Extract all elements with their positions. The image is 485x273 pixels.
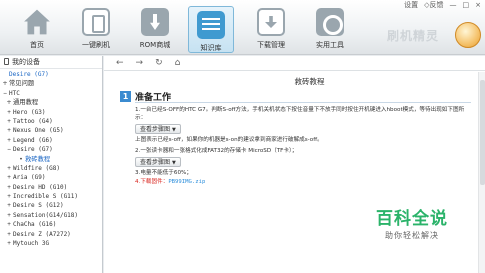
tree-item-htc[interactable]: − HTC xyxy=(0,89,102,98)
section-header: 1 准备工作 xyxy=(104,89,485,103)
toolbar-label: 一键刷机 xyxy=(82,41,110,49)
knowledge-icon xyxy=(197,11,225,39)
main-toolbar: 设置 ◇反馈 — □ × 首页 一键刷机 ROM商城 知识库 下载管理 实用工具… xyxy=(0,0,485,55)
tree-item-hero[interactable]: + Hero (G3) xyxy=(0,108,102,117)
tree-item-incredible-s[interactable]: + Incredible S (G11) xyxy=(0,192,102,201)
watermark-main: 百科全说 xyxy=(376,209,448,229)
maximize-button[interactable]: □ xyxy=(463,1,470,10)
browser-nav-bar: ← → ↻ ⌂ xyxy=(104,56,485,71)
my-device-header[interactable]: 我的设备 xyxy=(0,56,102,69)
expand-icon[interactable]: + xyxy=(5,220,13,229)
toolbar-label: 实用工具 xyxy=(316,41,344,49)
tree-item-tattoo[interactable]: + Tattoo (G4) xyxy=(0,117,102,126)
section-number: 1 xyxy=(120,91,131,102)
feedback-link[interactable]: ◇反馈 xyxy=(424,1,443,10)
article-title: 救砖教程 xyxy=(294,77,325,86)
expand-icon[interactable]: + xyxy=(5,239,13,248)
caret-down-icon: ▼ xyxy=(172,127,176,134)
tree-item-aria[interactable]: + Aria (G9) xyxy=(0,173,102,182)
toolbar-label: 下载管理 xyxy=(257,41,285,49)
collapse-icon[interactable]: − xyxy=(1,89,9,98)
view-step-images-button-2[interactable]: 查看步骤图 ▼ xyxy=(135,156,181,167)
tree-item-nexus-one[interactable]: + Nexus One (G5) xyxy=(0,126,102,135)
step-4-text: 4.下载固件：PB99IMG.zip xyxy=(104,178,485,186)
step-3-text: 3.电量不能低于60%； xyxy=(135,169,192,176)
download-manager-icon xyxy=(257,8,285,36)
device-tree-sidebar: 我的设备 Desire (G7) +常见问题 − HTC +通用教程 + Hero … xyxy=(0,56,103,273)
expand-icon[interactable]: + xyxy=(5,136,13,145)
my-device-label: 我的设备 xyxy=(12,58,40,66)
expand-icon[interactable]: + xyxy=(5,192,13,201)
flash-icon xyxy=(82,8,110,36)
refresh-icon[interactable]: ↻ xyxy=(155,58,163,68)
view-step-images-button-1[interactable]: 查看步骤图 ▼ xyxy=(135,124,181,135)
home-icon[interactable]: ⌂ xyxy=(175,58,181,68)
caret-down-icon: ▼ xyxy=(172,159,176,166)
tree-item-desire-s[interactable]: + Desire S (G12) xyxy=(0,201,102,210)
expand-icon[interactable]: + xyxy=(5,201,13,210)
mascot-avatar xyxy=(455,22,481,48)
expand-icon[interactable]: + xyxy=(5,173,13,182)
tree-item-general-tutorial[interactable]: +通用教程 xyxy=(0,98,102,107)
tree-item-desire-hd[interactable]: + Desire HD (G10) xyxy=(0,183,102,192)
close-button[interactable]: × xyxy=(475,1,481,10)
toolbar-home-button[interactable]: 首页 xyxy=(14,8,60,54)
minimize-button[interactable]: — xyxy=(450,1,457,10)
expand-icon[interactable]: + xyxy=(5,126,13,135)
tree-item-desire-z[interactable]: + Desire Z (A7272) xyxy=(0,230,102,239)
step-1-text: 1.一台已经S-OFF的HTC G7。判断S-off方法，手机关机状态下按住音量… xyxy=(135,107,465,122)
expand-icon[interactable]: + xyxy=(5,230,13,239)
collapse-icon[interactable]: − xyxy=(5,145,13,154)
brand-logo: 刷机精灵 xyxy=(387,29,440,43)
device-tree: Desire (G7) +常见问题 − HTC +通用教程 + Hero (G3) … xyxy=(0,69,102,248)
download-firmware-label: 4.下载固件： xyxy=(135,179,169,186)
expand-icon[interactable]: + xyxy=(5,108,13,117)
watermark-sub: 助你轻松解决 xyxy=(385,231,439,240)
back-arrow-icon[interactable]: ← xyxy=(116,58,124,68)
s-off-note-text: 上图表示已经s-off，如果你的机器是s-on的建议拿到商家进行破解成s-off… xyxy=(135,137,323,144)
bullet-icon: • xyxy=(19,155,23,163)
scrollbar-thumb[interactable] xyxy=(480,80,485,185)
home-icon xyxy=(24,9,50,35)
step-2-text: 2.一张读卡器和一张格式化成FAT32的存储卡 MicroSD（TF卡）； xyxy=(135,147,298,154)
vertical-scrollbar[interactable] xyxy=(478,72,485,273)
tree-item-desire[interactable]: − Desire (G7) xyxy=(0,145,102,154)
expand-icon[interactable]: + xyxy=(5,164,13,173)
expand-icon[interactable]: + xyxy=(1,79,9,88)
tree-item-mytouch-3g[interactable]: + Mytouch 3G xyxy=(0,239,102,248)
toolbar-label: 首页 xyxy=(30,41,44,49)
toolbar-tools-button[interactable]: 实用工具 xyxy=(307,8,353,54)
firmware-download-link[interactable]: PB99IMG.zip xyxy=(168,179,205,185)
phone-icon xyxy=(4,58,9,65)
tree-item-wildfire[interactable]: + Wildfire (G8) xyxy=(0,164,102,173)
tree-item-legend[interactable]: + Legend (G6) xyxy=(0,136,102,145)
rom-download-icon xyxy=(141,8,169,36)
toolbar-flash-button[interactable]: 一键刷机 xyxy=(73,8,119,54)
settings-menu[interactable]: 设置 xyxy=(404,1,418,10)
toolbar-knowledge-button[interactable]: 知识库 xyxy=(188,6,234,53)
expand-icon[interactable]: + xyxy=(5,117,13,126)
section-divider xyxy=(135,102,471,103)
tree-item-chacha[interactable]: + ChaCha (G16) xyxy=(0,220,102,229)
tree-item-faq[interactable]: +常见问题 xyxy=(0,79,102,88)
toolbar-rom-store-button[interactable]: ROM商城 xyxy=(132,8,178,54)
watermark: 百科全说 助你轻松解决 xyxy=(352,204,472,241)
tree-item-sensation[interactable]: + Sensation(G14/G18) xyxy=(0,211,102,220)
toolbar-label: ROM商城 xyxy=(139,41,171,49)
tree-item-current-device[interactable]: Desire (G7) xyxy=(0,70,102,79)
tools-icon xyxy=(316,8,344,36)
toolbar-label: 知识库 xyxy=(200,44,222,52)
expand-icon[interactable]: + xyxy=(5,211,13,220)
toolbar-download-manager-button[interactable]: 下载管理 xyxy=(248,8,294,54)
expand-icon[interactable]: + xyxy=(5,98,13,107)
tree-item-unbrick-tutorial[interactable]: • 救砖教程 xyxy=(0,155,102,164)
forward-arrow-icon[interactable]: → xyxy=(136,58,144,68)
window-controls: 设置 ◇反馈 — □ × xyxy=(404,1,481,10)
expand-icon[interactable]: + xyxy=(5,183,13,192)
